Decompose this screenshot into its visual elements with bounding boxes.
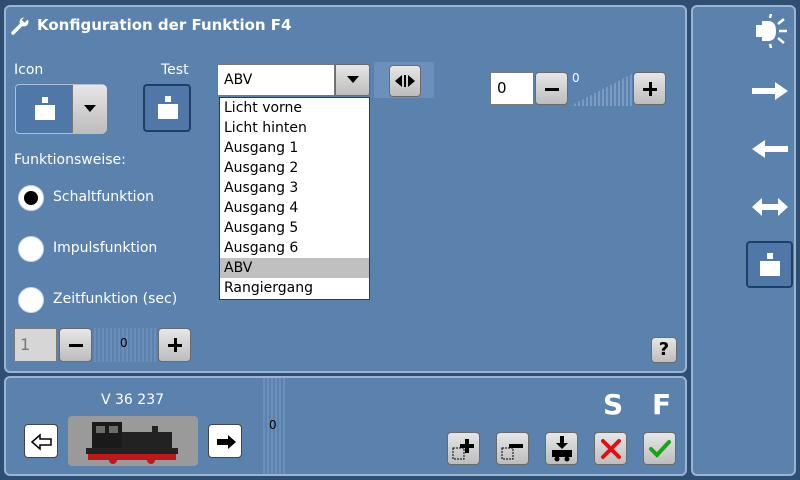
dropdown-option[interactable]: Ausgang 3 bbox=[220, 178, 369, 198]
loco-name: V 36 237 bbox=[101, 392, 165, 408]
remove-icon bbox=[501, 444, 523, 460]
minus-icon bbox=[545, 88, 559, 91]
weight-icon bbox=[35, 97, 55, 120]
mode-option-label: Schaltfunktion bbox=[53, 189, 155, 205]
test-button[interactable] bbox=[143, 84, 191, 132]
close-icon bbox=[601, 439, 621, 459]
slider-value-label: 0 bbox=[572, 71, 580, 85]
test-label: Test bbox=[161, 62, 189, 78]
dropdown-option[interactable]: Ausgang 4 bbox=[220, 198, 369, 218]
mode-option-label: Zeitfunktion (sec) bbox=[53, 291, 178, 307]
speed-value: 0 bbox=[269, 418, 277, 432]
arrow-right-icon[interactable] bbox=[751, 80, 789, 102]
arrow-left-right-icon bbox=[395, 75, 415, 87]
time-decrement-button[interactable] bbox=[59, 328, 92, 362]
icon-selector[interactable] bbox=[15, 84, 107, 134]
time-field[interactable]: 1 bbox=[14, 328, 57, 362]
minus-icon bbox=[69, 344, 83, 347]
decrement-button[interactable] bbox=[535, 72, 568, 105]
cancel-button[interactable] bbox=[594, 432, 627, 465]
function-dropdown-list: Licht vorne Licht hinten Ausgang 1 Ausga… bbox=[219, 97, 370, 300]
locomotive-icon bbox=[86, 422, 178, 464]
mode-option-label: Impulsfunktion bbox=[53, 240, 158, 256]
next-loco-button[interactable] bbox=[208, 424, 242, 458]
dropdown-option[interactable]: Ausgang 2 bbox=[220, 158, 369, 178]
confirm-button[interactable] bbox=[643, 432, 676, 465]
dropdown-option[interactable]: Licht vorne bbox=[220, 98, 369, 118]
icon-label: Icon bbox=[14, 62, 44, 78]
function-select-dropdown-button[interactable] bbox=[335, 64, 370, 96]
loco-download-icon bbox=[552, 436, 572, 462]
radio-schaltfunktion[interactable] bbox=[18, 185, 44, 211]
add-loco-button[interactable] bbox=[447, 432, 480, 465]
number-field[interactable]: 0 bbox=[490, 72, 534, 105]
s-label: S bbox=[603, 388, 624, 421]
time-increment-button[interactable] bbox=[158, 328, 191, 362]
radio-impulsfunktion[interactable] bbox=[18, 236, 44, 262]
chevron-down-icon bbox=[84, 105, 96, 112]
function-select[interactable]: ABV bbox=[217, 64, 335, 96]
light-icon[interactable] bbox=[752, 14, 788, 48]
arrow-left-outline-icon bbox=[31, 433, 52, 451]
arrow-left-icon[interactable] bbox=[751, 138, 789, 160]
weight-icon bbox=[760, 253, 780, 276]
arrow-both-icon[interactable] bbox=[751, 196, 789, 218]
prev-loco-button[interactable] bbox=[24, 424, 58, 458]
wrench-icon bbox=[11, 16, 29, 35]
dropdown-option-selected[interactable]: ABV bbox=[220, 258, 369, 278]
time-slider-value: 0 bbox=[120, 336, 128, 350]
checkmark-icon bbox=[649, 440, 671, 458]
dropdown-option[interactable]: Ausgang 6 bbox=[220, 238, 369, 258]
swap-direction-button[interactable] bbox=[389, 65, 421, 97]
add-icon bbox=[452, 439, 474, 460]
icon-dropdown-button[interactable] bbox=[72, 85, 107, 133]
radio-zeitfunktion[interactable] bbox=[18, 287, 44, 313]
dropdown-option[interactable]: Rangiergang bbox=[220, 278, 369, 298]
sidebar-weight-button[interactable] bbox=[746, 241, 793, 288]
weight-icon bbox=[158, 96, 178, 119]
loco-image[interactable] bbox=[68, 416, 198, 466]
remove-loco-button[interactable] bbox=[496, 432, 529, 465]
help-button[interactable]: ? bbox=[651, 337, 677, 363]
increment-button[interactable] bbox=[633, 72, 666, 105]
mode-label: Funktionsweise: bbox=[14, 152, 126, 168]
dialog-title: Konfiguration der Funktion F4 bbox=[37, 16, 292, 34]
dropdown-option[interactable]: Licht hinten bbox=[220, 118, 369, 138]
dropdown-option[interactable]: Ausgang 1 bbox=[220, 138, 369, 158]
arrow-right-icon bbox=[217, 435, 236, 449]
loco-settings-button[interactable] bbox=[545, 432, 578, 465]
f-label: F bbox=[652, 388, 672, 421]
chevron-down-icon bbox=[347, 76, 359, 83]
dropdown-option[interactable]: Ausgang 5 bbox=[220, 218, 369, 238]
